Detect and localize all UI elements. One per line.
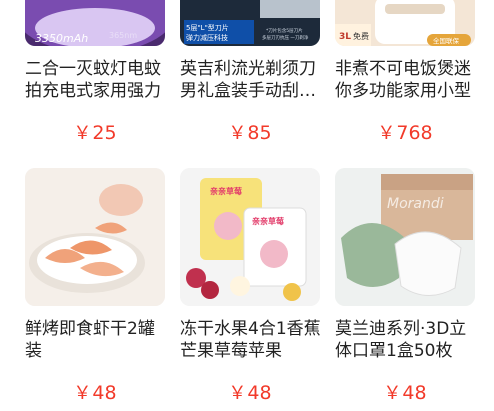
product-title[interactable]: 莫兰迪系列·3D立体口罩1盒50枚 <box>335 318 481 362</box>
price-value: 48 <box>247 382 272 404</box>
product-image[interactable]: 亲亲草莓 亲亲草莓 <box>180 168 320 306</box>
product-title[interactable]: 二合一灭蚊灯电蚊拍充电式家用强力 <box>25 58 171 102</box>
price-value: 85 <box>247 122 272 144</box>
product-title[interactable]: 鲜烤即食虾干2罐装 <box>25 318 171 362</box>
product-grid: 3350mAh 365nm 二合一灭蚊灯电蚊拍充电式家用强力 ￥25 5层"L"… <box>0 0 494 411</box>
product-image-text: 5层"L"型刀片 <box>186 23 229 32</box>
product-image-text: 多层刀刃抗压 一刀剃净 <box>262 34 309 41</box>
currency-symbol: ￥ <box>377 123 396 144</box>
product-title[interactable]: 冻干水果4合1香蕉芒果草莓苹果 <box>180 318 326 362</box>
product-image[interactable]: 5层"L"型刀片 弹力减压科技 *刀片包含5层刀片 多层刀刃抗压 一刀剃净 <box>180 0 320 46</box>
product-title[interactable]: 非煮不可电饭煲迷你多功能家用小型 <box>335 58 481 102</box>
price-value: 768 <box>396 122 433 144</box>
currency-symbol: ￥ <box>73 383 92 404</box>
currency-symbol: ￥ <box>228 383 247 404</box>
product-image-text: 3L <box>339 32 351 42</box>
product-image[interactable]: Morandi <box>335 168 475 306</box>
product-price: ￥25 <box>25 122 165 145</box>
product-image-text: 全国联保 <box>433 36 460 45</box>
dried-shrimp-image <box>25 168 165 306</box>
product-price: ￥85 <box>180 122 320 145</box>
product-price: ￥48 <box>335 382 475 405</box>
product-title[interactable]: 英吉利流光剃须刀男礼盒装手动刮胡刀 <box>180 58 326 102</box>
product-price: ￥48 <box>180 382 320 405</box>
product-image-text: 365nm <box>109 31 137 40</box>
product-image-text: 亲亲草莓 <box>252 216 284 226</box>
product-image[interactable]: 3350mAh 365nm <box>25 0 165 46</box>
face-mask-image: Morandi <box>335 168 475 306</box>
product-image-text: Morandi <box>387 196 444 212</box>
currency-symbol: ￥ <box>73 123 92 144</box>
razor-image: 5层"L"型刀片 弹力减压科技 *刀片包含5层刀片 多层刀刃抗压 一刀剃净 <box>180 0 320 46</box>
product-price: ￥768 <box>335 122 475 145</box>
product-image-text: 3350mAh <box>35 32 88 45</box>
mosquito-lamp-image: 3350mAh 365nm <box>25 0 165 46</box>
price-value: 48 <box>92 382 117 404</box>
price-value: 48 <box>402 382 427 404</box>
product-image-text: 弹力减压科技 <box>186 33 228 42</box>
currency-symbol: ￥ <box>383 383 402 404</box>
product-image-text: 亲亲草莓 <box>210 186 242 196</box>
product-image[interactable]: 3L 免费 全国联保 <box>335 0 475 46</box>
currency-symbol: ￥ <box>228 123 247 144</box>
rice-cooker-image: 3L 免费 全国联保 <box>335 0 475 46</box>
product-price: ￥48 <box>25 382 165 405</box>
freeze-dried-fruit-image: 亲亲草莓 亲亲草莓 <box>180 168 320 306</box>
product-image-text: 免费 <box>353 31 369 41</box>
product-image-text: *刀片包含5层刀片 <box>266 27 303 34</box>
price-value: 25 <box>92 122 117 144</box>
product-image[interactable] <box>25 168 165 306</box>
